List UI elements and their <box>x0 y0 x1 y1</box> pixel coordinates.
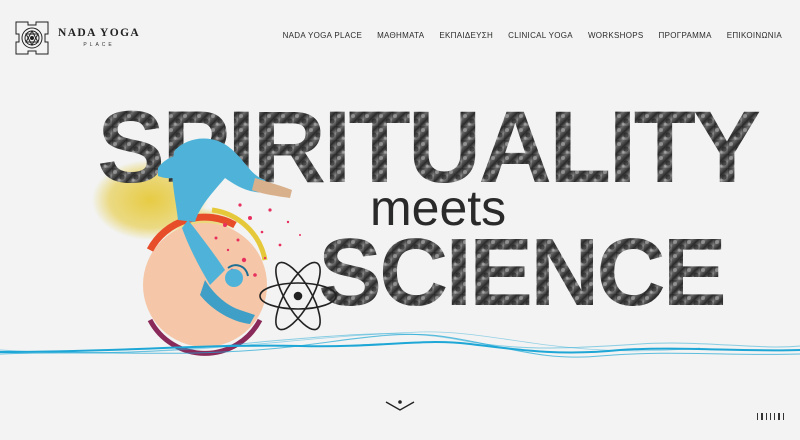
brand-tagline: PLACE <box>83 41 115 48</box>
nav-item-programma[interactable]: ΠΡΟΓΡΑΜΜΑ <box>659 31 712 40</box>
headline-science: SCIENCE <box>318 219 724 326</box>
nav-item-workshops[interactable]: WORKSHOPS <box>588 31 644 40</box>
main-nav: NADA YOGA PLACE ΜΑΘΗΜΑΤΑ ΕΚΠΑΙΔΕΥΣΗ CLIN… <box>283 31 782 40</box>
sound-wave <box>0 331 800 358</box>
chevron-down-icon[interactable] <box>380 396 420 416</box>
nav-item-nada-yoga-place[interactable]: NADA YOGA PLACE <box>283 31 363 40</box>
nav-item-epikoinonia[interactable]: ΕΠΙΚΟΙΝΩΝΙΑ <box>727 31 782 40</box>
brand-logo[interactable]: NADA YOGA PLACE <box>14 20 140 56</box>
yantra-logo-icon <box>15 21 49 55</box>
nav-item-clinical-yoga[interactable]: CLINICAL YOGA <box>508 31 573 40</box>
nav-item-ekpaidefsi[interactable]: ΕΚΠΑΙΔΕΥΣΗ <box>439 31 493 40</box>
nav-item-mathimata[interactable]: ΜΑΘΗΜΑΤΑ <box>377 31 424 40</box>
slide-ticks-icon[interactable] <box>756 413 784 420</box>
site-header: NADA YOGA PLACE NADA YOGA PLACE ΜΑΘΗΜΑΤΑ… <box>0 0 800 70</box>
brand-name: NADA YOGA <box>58 27 141 40</box>
